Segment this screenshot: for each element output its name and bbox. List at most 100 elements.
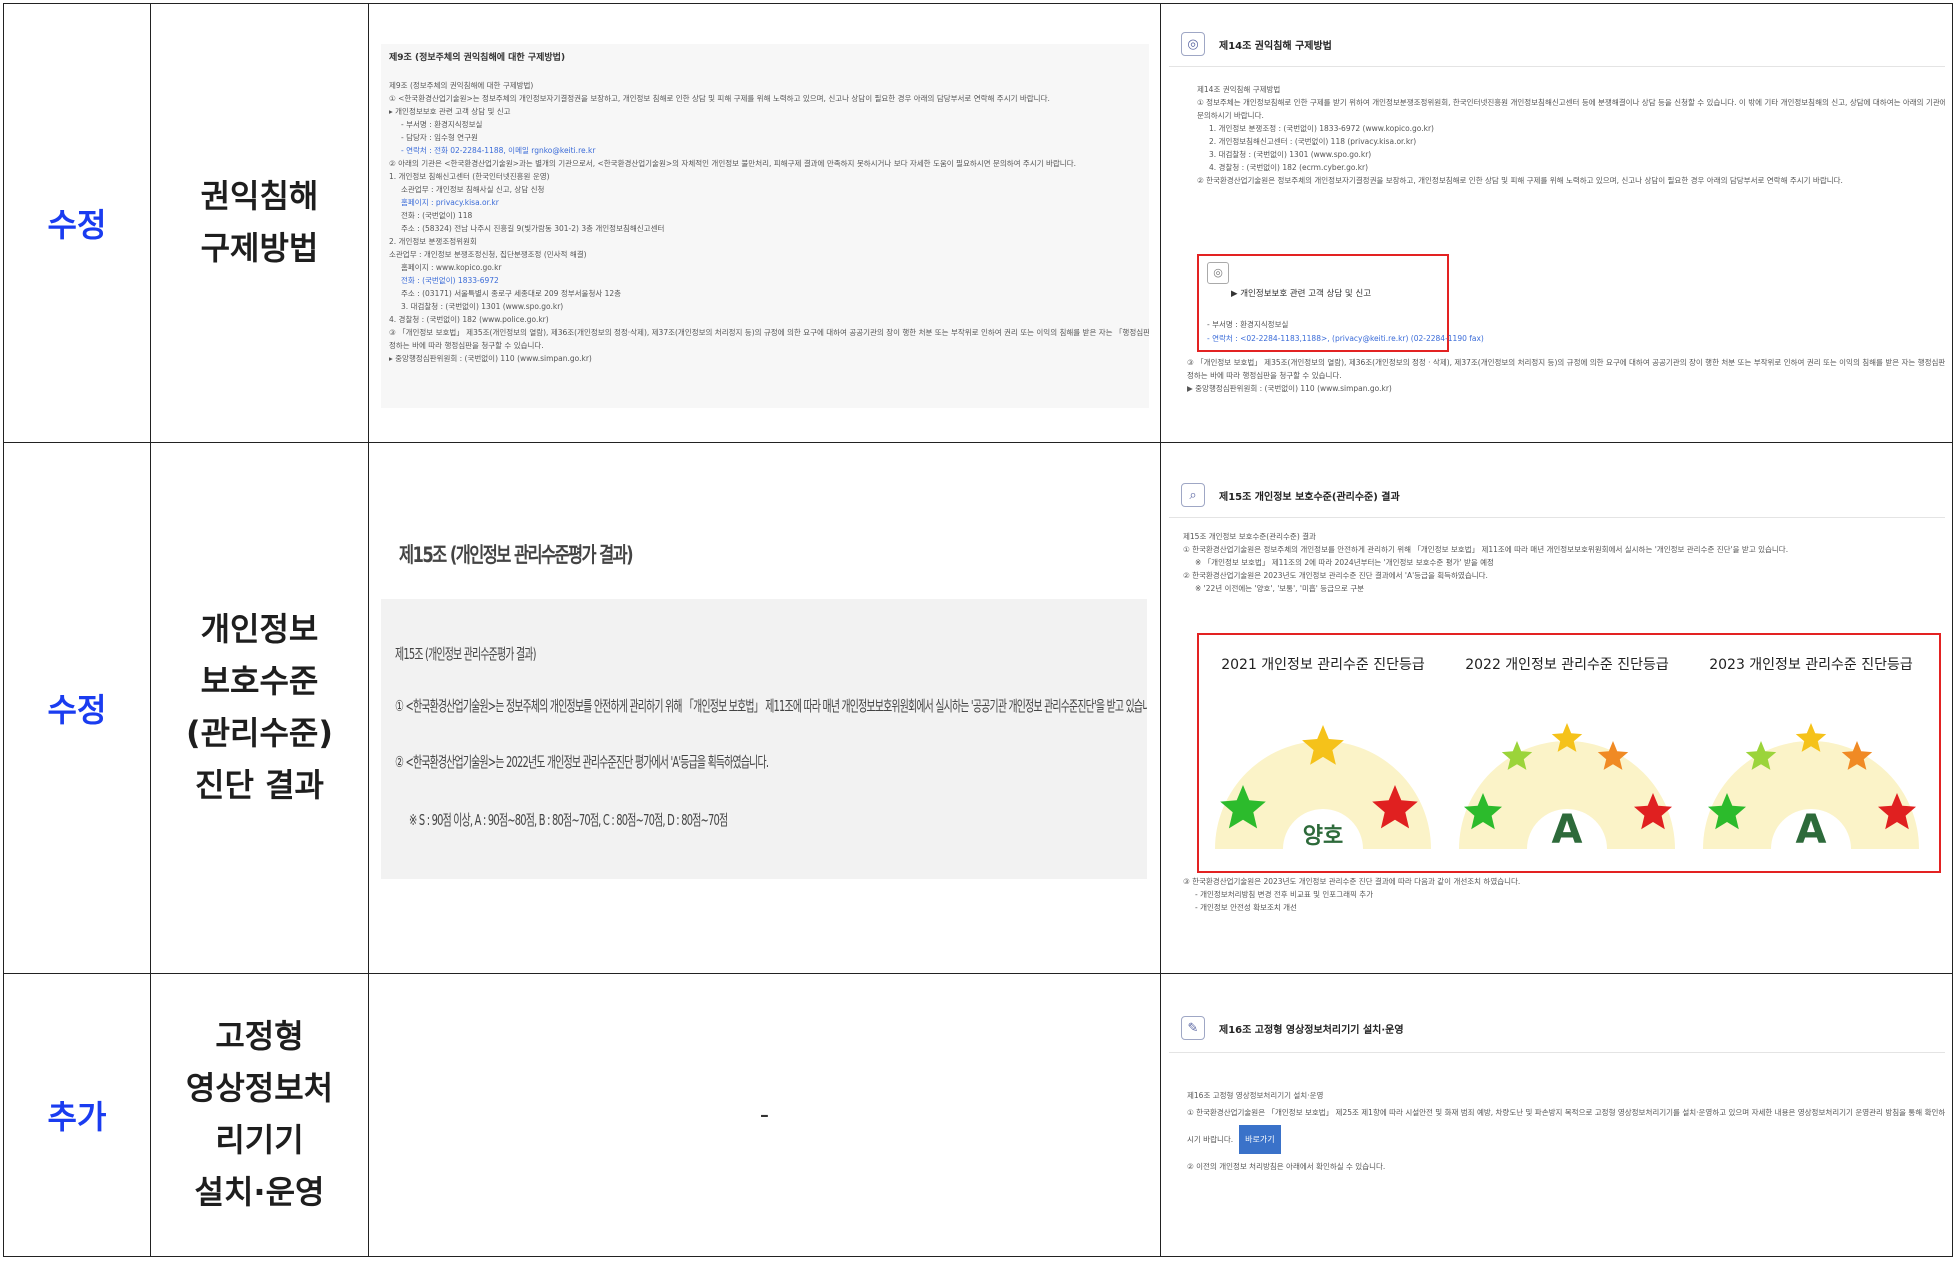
highlight-box: 2021 개인정보 관리수준 진단등급 양호 2022 개인정보 관리수준 진단등급…: [1197, 633, 1941, 873]
text-line: 홈페이지 : www.kopico.go.kr: [401, 263, 502, 272]
text-line: ▸ 개인정보보호 관련 고객 상담 및 신고: [389, 107, 511, 116]
highlight-box: ◎ ▶ 개인정보보호 관련 고객 상담 및 신고 - 부서명 : 환경지식정보실…: [1197, 254, 1484, 352]
text-line: 홈페이지 : privacy.kisa.or.kr: [401, 198, 499, 207]
box-line: - 부서명 : 환경지식정보실: [1207, 320, 1289, 329]
grade-value: 양호: [1303, 824, 1343, 849]
item-line: (관리수준): [185, 714, 333, 752]
text-line: 1. 개인정보 침해신고센터 (한국인터넷진흥원 운영): [389, 172, 550, 181]
text-line: ② 이전의 개인정보 처리방침은 아래에서 확인하실 수 있습니다.: [1187, 1162, 1386, 1171]
item-line: 권익침해: [200, 177, 319, 216]
after-screenshot: ◎ 제14조 권익침해 구제방법 제14조 권익침해 구제방법 ① 정보주체는 개…: [1169, 22, 1945, 430]
shield-icon: ◎: [1181, 32, 1205, 56]
item-line: 진단 결과: [195, 765, 324, 804]
text-line: - 개인정보 안전성 확보조치 개선: [1195, 903, 1297, 912]
text-line: 전화 : (국번없이) 1833-6972: [401, 276, 499, 285]
before-screenshot: 제9조 (정보주체의 권익침해에 대한 구제방법) 제9조 (정보주체의 권익침…: [381, 44, 1149, 408]
grade-value: A: [1796, 807, 1827, 853]
before-screenshot: 제15조 (개인정보 관리수준평가 결과) 제15조 (개인정보 관리수준평가 …: [381, 539, 1147, 879]
item-line: 설치·운영: [194, 1172, 325, 1211]
item-line: 개인정보: [200, 610, 319, 649]
text-line: - 개인정보처리방침 변경 전후 비교표 및 인포그래픽 추가: [1195, 890, 1374, 899]
grade-chart-title: 2022 개인정보 관리수준 진단등급: [1465, 657, 1669, 673]
text-line: 1. 개인정보 분쟁조정 : (국번없이) 1833-6972 (www.kop…: [1209, 124, 1434, 133]
text-line: ② <한국환경산업기술원>는 2022년도 개인정보 관리수준진단 평가에서 '…: [395, 753, 769, 771]
text-line: 주소 : (03171) 서울특별시 종로구 세종대로 209 정부서울청사 1…: [401, 289, 622, 298]
text-line: - 부서명 : 환경지식정보실: [401, 120, 483, 129]
section-header-title: 제15조 개인정보 보호수준(관리수준) 결과: [1219, 491, 1400, 503]
text-line: 제9조 (정보주체의 권익침해에 대한 구제방법): [389, 81, 534, 90]
text-line: ① 한국환경산업기술원은 「개인정보 보호법」 제25조 제1항에 따라 시설안…: [1187, 1108, 1945, 1117]
section-header-title: 제16조 고정형 영상정보처리기기 설치·운영: [1219, 1024, 1404, 1036]
text-line: - 연락처 : 전화 02-2284-1188, 이메일 rgnko@keiti…: [401, 146, 596, 155]
text-line: 정하는 바에 따라 행정심판을 청구할 수 있습니다.: [389, 341, 544, 350]
item-cell: 권익침해 구제방법: [150, 3, 369, 443]
document-search-icon: ⌕: [1181, 483, 1205, 507]
table-row: 수정 개인정보 보호수준 (관리수준) 진단 결과 제15조 (개인정보 관리수…: [3, 442, 1953, 974]
text-line: ③ 「개인정보 보호법」 제35조(개인정보의 열람), 제36조(개인정보의 …: [1187, 358, 1945, 367]
text-line: ① <한국환경산업기술원>는 정보주체의 개인정보를 안전하게 관리하기 위해 …: [395, 697, 1147, 715]
camera-icon: ✎: [1181, 1016, 1205, 1040]
grade-chart-title: 2023 개인정보 관리수준 진단등급: [1709, 657, 1913, 673]
text-line: 전화 : (국번없이) 118: [401, 211, 473, 220]
status-cell: 수정: [3, 3, 151, 443]
section-title: 제9조 (정보주체의 권익침해에 대한 구제방법): [389, 53, 566, 63]
text-line: 2. 개인정보침해신고센터 : (국번없이) 118 (privacy.kisa…: [1209, 137, 1417, 146]
text-line: ① 한국환경산업기술원은 정보주체의 개인정보를 안전하게 관리하기 위해 「개…: [1183, 545, 1789, 554]
content-area: 제15조 (개인정보 관리수준평가 결과) ① <한국환경산업기술원>는 정보주…: [381, 599, 1147, 879]
grade-value: A: [1552, 807, 1583, 853]
section-header: ✎ 제16조 고정형 영상정보처리기기 설치·운영: [1169, 1004, 1945, 1053]
text-line: ▸ 중앙행정심판위원회 : (국번없이) 110 (www.simpan.go.…: [389, 354, 592, 363]
comparison-table: 수정 권익침해 구제방법 제9조 (정보주체의 권익침해에 대한 구제방법) 제…: [3, 3, 1953, 1257]
before-cell: 제9조 (정보주체의 권익침해에 대한 구제방법) 제9조 (정보주체의 권익침…: [368, 3, 1161, 443]
text-line: ※ 「개인정보 보호법」 제11조의 2에 따라 2024년부터는 '개인정보 …: [1195, 558, 1494, 567]
section-subtitle: 제15조 (개인정보 관리수준평가 결과): [395, 645, 536, 663]
item-cell: 고정형 영상정보처 리기기 설치·운영: [150, 973, 369, 1257]
text-line: ② 아래의 기관은 <한국환경산업기술원>과는 별개의 기관으로서, <한국환경…: [389, 159, 1076, 168]
text-line: ※ S : 90점 이상, A : 90점~80점, B : 80점~70점, …: [409, 811, 728, 829]
section-header: ◎ 제14조 권익침해 구제방법: [1169, 22, 1945, 67]
status-cell: 수정: [3, 442, 151, 974]
text-line: 시기 바랍니다.: [1187, 1135, 1234, 1144]
text-line: 4. 경찰청 : (국번없이) 182 (ecrm.cyber.go.kr): [1209, 163, 1369, 172]
before-cell: -: [368, 973, 1161, 1257]
goto-button[interactable]: 바로가기: [1239, 1125, 1281, 1154]
after-screenshot: ✎ 제16조 고정형 영상정보처리기기 설치·운영 제16조 고정형 영상정보처…: [1169, 1004, 1945, 1234]
text-line: 4. 경찰청 : (국번없이) 182 (www.police.go.kr): [389, 315, 549, 324]
grade-charts: 2021 개인정보 관리수준 진단등급양호 2022 개인정보 관리수준 진단등급…: [1215, 657, 1919, 853]
text-line: ③ 「개인정보 보호법」 제35조(개인정보의 열람), 제36조(개인정보의 …: [389, 328, 1149, 337]
text-line: 제14조 권익침해 구제방법: [1197, 85, 1281, 94]
text-line: 3. 대검찰청 : (국번없이) 1301 (www.spo.go.kr): [401, 302, 564, 311]
text-line: - 담당자 : 임수형 연구원: [401, 133, 478, 142]
item-line: 영상정보처: [185, 1069, 334, 1108]
section-title: 제15조 (개인정보 관리수준평가 결과): [399, 543, 634, 567]
section-header: ⌕ 제15조 개인정보 보호수준(관리수준) 결과: [1169, 473, 1945, 518]
text-line: 3. 대검찰청 : (국번없이) 1301 (www.spo.go.kr): [1209, 150, 1372, 159]
before-cell: 제15조 (개인정보 관리수준평가 결과) 제15조 (개인정보 관리수준평가 …: [368, 442, 1161, 974]
item-line: 리기기: [215, 1121, 304, 1159]
text-line: ② 한국환경산업기술원은 정보주체의 개인정보자기결정권을 보장하고, 개인정보…: [1197, 176, 1843, 185]
text-line: 정하는 바에 따라 행정심판을 청구할 수 있습니다.: [1187, 371, 1342, 380]
box-title: ▶ 개인정보보호 관련 고객 상담 및 신고: [1231, 289, 1372, 299]
after-screenshot: ⌕ 제15조 개인정보 보호수준(관리수준) 결과 제15조 개인정보 보호수준…: [1169, 473, 1945, 933]
item-cell: 개인정보 보호수준 (관리수준) 진단 결과: [150, 442, 369, 974]
text-line: 주소 : (58324) 전남 나주시 진흥길 9(빛가람동 301-2) 3층…: [401, 224, 665, 233]
text-line: 문의하시기 바랍니다.: [1197, 111, 1264, 120]
text-line: 소관업무 : 개인정보 침해사실 신고, 상담 신청: [401, 185, 545, 194]
after-cell: ✎ 제16조 고정형 영상정보처리기기 설치·운영 제16조 고정형 영상정보처…: [1160, 973, 1953, 1257]
text-line: ③ 한국환경산업기술원은 2023년도 개인정보 관리수준 진단 결과에 따라 …: [1183, 877, 1521, 886]
status-cell: 추가: [3, 973, 151, 1257]
after-cell: ⌕ 제15조 개인정보 보호수준(관리수준) 결과 제15조 개인정보 보호수준…: [1160, 442, 1953, 974]
text-line: ① 정보주체는 개인정보침해로 인한 구제를 받기 위하여 개인정보분쟁조정위원…: [1197, 98, 1945, 107]
contact-icon: ◎: [1207, 262, 1229, 284]
item-line: 보호수준: [200, 662, 319, 701]
section-header-title: 제14조 권익침해 구제방법: [1219, 40, 1332, 52]
table-row: 추가 고정형 영상정보처 리기기 설치·운영 - ✎ 제16조 고정형 영상정보…: [3, 973, 1953, 1257]
text-line: 제16조 고정형 영상정보처리기기 설치·운영: [1187, 1091, 1324, 1100]
box-line: - 연락처 : <02-2284-1183,1188>, (privacy@ke…: [1207, 334, 1484, 343]
text-line: 소관업무 : 개인정보 분쟁조정신청, 집단분쟁조정 (민사적 해결): [389, 250, 587, 259]
text-line: 제15조 개인정보 보호수준(관리수준) 결과: [1183, 532, 1316, 541]
text-line: ▶ 중앙행정심판위원회 : (국번없이) 110 (www.simpan.go.…: [1187, 384, 1392, 393]
text-line: ② 한국환경산업기술원은 2023년도 개인정보 관리수준 진단 결과에서 'A…: [1183, 571, 1488, 580]
item-line: 구제방법: [200, 229, 319, 267]
text-line: ① <한국환경산업기술원>는 정보주체의 개인정보자기결정권을 보장하고, 개인…: [389, 94, 1050, 103]
